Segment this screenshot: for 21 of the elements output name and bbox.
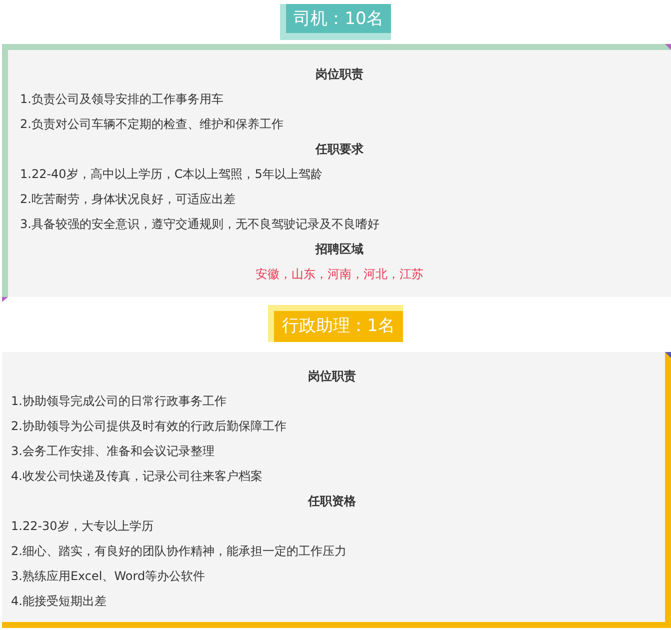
section-heading: 岗位职责 (307, 368, 357, 385)
section-heading: 招聘区域 (314, 241, 364, 258)
list-item-text: 2.协助领导为公司提供及时有效的行政后勤保障工作 (11, 418, 288, 435)
list-item-text: 1.22-40岁，高中以上学历，C本以上驾照，5年以上驾龄 (20, 166, 324, 183)
section-heading: 任职资格 (306, 493, 357, 510)
section-title-banner: 司机：10名 (280, 4, 392, 40)
list-item-text: 4.收发公司快递及传真，记录公司往来客户档案 (11, 468, 264, 485)
section-heading: 任职要求 (314, 141, 364, 158)
region-list-text: 安徽，山东，河南，河北，江苏 (254, 266, 424, 283)
section-heading: 岗位职责 (314, 66, 364, 83)
list-item-text: 1.协助领导完成公司的日常行政事务工作 (11, 393, 228, 410)
list-item-text: 2.细心、踏实，有良好的团队协作精神，能承担一定的工作压力 (11, 543, 348, 560)
section-title-banner: 行政助理：1名 (268, 305, 403, 342)
list-item-text: 2.负责对公司车辆不定期的检查、维护和保养工作 (20, 116, 284, 133)
list-item-text: 3.会务工作安排、准备和会议记录整理 (11, 443, 216, 460)
list-item-text: 4.能接受短期出差 (11, 593, 108, 610)
list-item-text: 2.吃苦耐劳，身体状况良好，可适应出差 (20, 191, 236, 208)
list-item-text: 3.熟练应用Excel、Word等办公软件 (11, 568, 206, 585)
list-item-text: 3.具备较强的安全意识，遵守交通规则，无不良驾驶记录及不良嗜好 (20, 216, 380, 233)
list-item-text: 1.负责公司及领导安排的工作事务用车 (20, 91, 224, 108)
list-item-text: 1.22-30岁，大专以上学历 (11, 518, 154, 535)
